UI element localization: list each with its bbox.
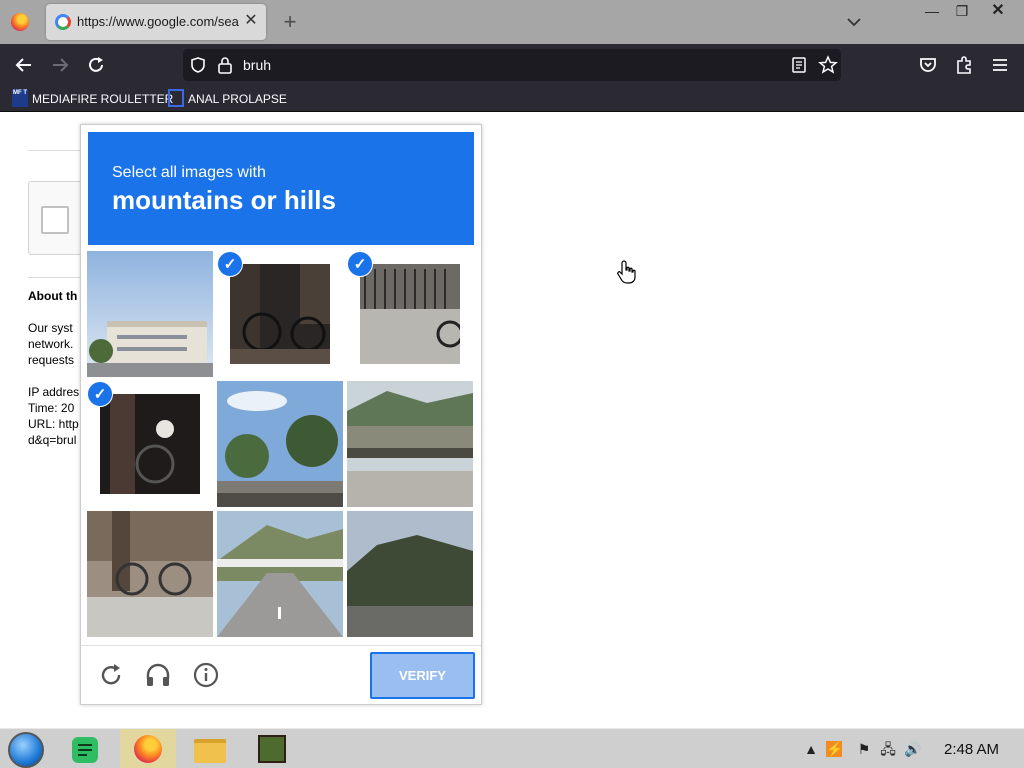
reload-icon[interactable] [84,53,108,77]
tile-image-building [87,251,213,377]
image-tile-selected[interactable]: ✓ [87,381,213,507]
challenge-header: Select all images with mountains or hill… [88,132,474,245]
divider [81,645,481,646]
grass-block-icon [258,735,286,763]
recaptcha-widget[interactable] [28,181,88,255]
checkmark-icon: ✓ [347,251,373,277]
about-heading: About th [28,289,78,303]
tray-expand-icon[interactable]: ▲ [803,741,819,757]
hand-cursor-icon [617,260,636,284]
notes-icon [72,737,98,763]
tab-title: https://www.google.com/search?q=bruh [77,14,239,29]
pocket-icon[interactable] [916,53,940,77]
extensions-icon[interactable] [952,53,976,77]
taskbar-explorer[interactable] [186,729,234,768]
about-line: network. [28,337,74,351]
flag-icon[interactable]: ⚑ [856,741,872,757]
tab-active[interactable]: https://www.google.com/search?q=bruh ✕ [46,4,266,40]
about-line: Our syst [28,321,73,335]
folder-icon [194,739,226,763]
firefox-icon [134,735,162,763]
lock-icon[interactable] [217,56,233,74]
url-bar[interactable]: bruh [183,49,841,81]
bookmark-second[interactable]: ANAL PROLAPSE [188,90,287,108]
info-line: IP addres [28,385,80,399]
taskbar-firefox[interactable] [120,729,176,768]
tray-app-icon[interactable]: ⚡ [826,741,843,757]
image-tile[interactable] [347,381,473,507]
divider [28,150,88,151]
image-tile-selected[interactable]: ✓ [347,251,473,377]
info-line: d&q=brul [28,433,77,447]
nav-bar: bruh [0,44,1024,86]
tile-image-sidewalk-bike [87,511,213,637]
firefox-menu-icon[interactable] [11,13,29,31]
back-icon[interactable] [12,53,36,77]
image-tile[interactable] [217,511,343,637]
hamburger-menu-icon[interactable] [988,53,1012,77]
info-icon[interactable] [192,661,220,689]
url-text[interactable]: bruh [243,57,271,73]
image-tile[interactable] [347,511,473,637]
start-orb-icon[interactable] [8,732,44,768]
minimize-icon[interactable]: — [920,2,944,20]
reader-view-icon[interactable] [790,56,808,74]
clock[interactable]: 2:48 AM [944,741,999,758]
recaptcha-checkbox[interactable] [41,206,69,234]
chevron-down-icon[interactable] [844,12,864,32]
close-window-icon[interactable]: ✕ [986,2,1010,20]
info-line: Time: 20 [28,401,75,415]
google-favicon-icon [55,14,71,30]
forward-icon[interactable] [48,53,72,77]
new-tab-button[interactable]: + [280,10,300,34]
tab-strip: https://www.google.com/search?q=bruh ✕ +… [0,0,1024,44]
bookmarks-toolbar: MEDIAFIRE ROULETTER ANAL PROLAPSE [0,86,1024,112]
about-line: requests [28,353,75,367]
checkmark-icon: ✓ [87,381,113,407]
bookmark-mediafire[interactable]: MEDIAFIRE ROULETTER [32,90,173,108]
tile-image-palm-trees [217,381,343,507]
tile-image-bicycle-tree [100,394,200,494]
verify-button[interactable]: VERIFY [370,652,475,699]
taskbar-minecraft[interactable] [248,729,296,768]
star-bookmark-icon[interactable] [818,55,838,75]
image-tile[interactable] [87,251,213,377]
image-tile-selected[interactable]: ✓ [217,251,343,377]
target-text: mountains or hills [112,185,336,215]
network-icon[interactable]: 🖧 [880,741,896,757]
shield-icon[interactable] [189,56,207,74]
sigma-icon [168,89,184,107]
tile-image-bridge-hills [347,381,473,507]
tile-image-road-hills [217,511,343,637]
image-tile[interactable] [217,381,343,507]
instruction-text: Select all images with [112,164,266,181]
tile-image-bicycle [230,264,330,364]
image-tile[interactable] [87,511,213,637]
info-line: URL: http [28,417,79,431]
tile-image-gate [360,264,460,364]
mediafire-icon: MF T [12,89,28,107]
volume-icon[interactable]: 🔊 [904,741,921,757]
divider [28,277,88,278]
reload-challenge-icon[interactable] [97,661,125,689]
taskbar-notes-app[interactable] [60,729,108,768]
recaptcha-challenge: Select all images with mountains or hill… [80,124,482,705]
taskbar: ▲ ⚡ ⚑ 🖧 🔊 2:48 AM [0,728,1024,768]
checkmark-icon: ✓ [217,251,243,277]
tile-image-hills [347,511,473,637]
headphones-icon[interactable] [144,661,172,689]
close-tab-icon[interactable]: ✕ [242,12,260,30]
restore-icon[interactable]: ❐ [950,2,974,20]
